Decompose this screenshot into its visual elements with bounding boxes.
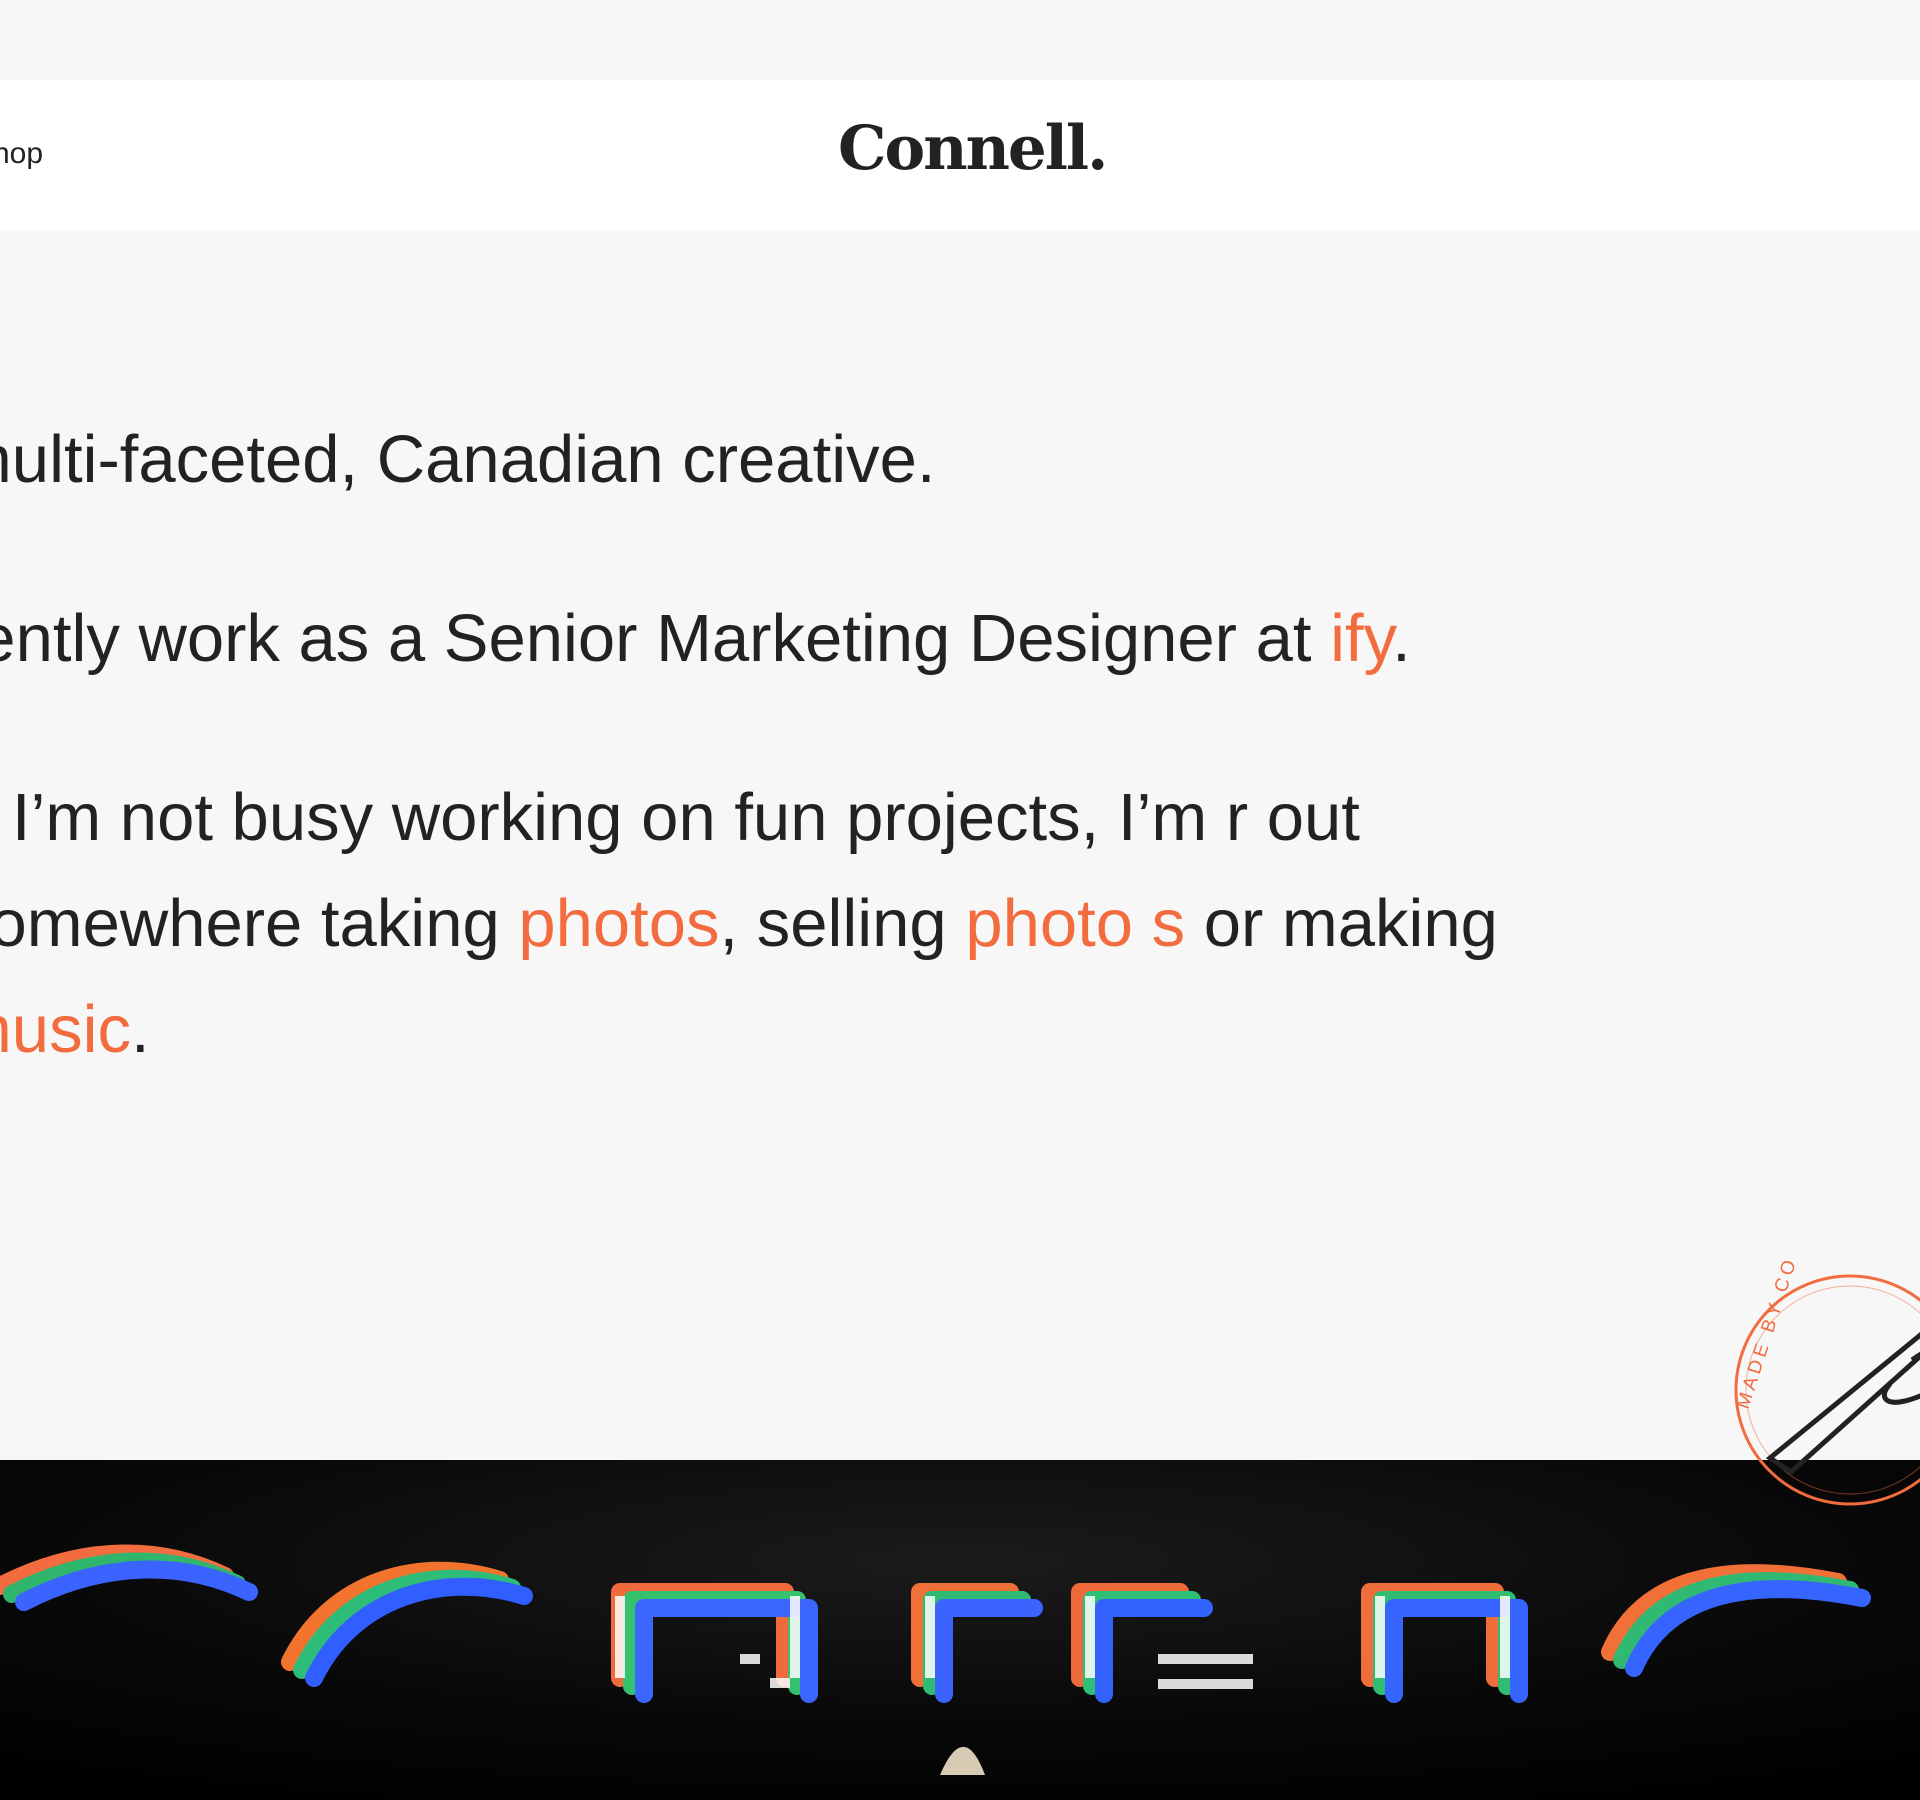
intro-text-3-middle-2: or making xyxy=(1185,886,1498,961)
intro-line-1: multi-faceted, Canadian creative. xyxy=(0,407,1536,513)
photos-link[interactable]: photos xyxy=(518,886,719,961)
made-by-stamp: MADE BY CONNELL MCCARTHY xyxy=(1733,1260,1920,1506)
music-link[interactable]: music xyxy=(0,992,131,1067)
nav-shop-link[interactable]: hop xyxy=(0,139,43,169)
intro-copy: multi-faceted, Canadian creative. rently… xyxy=(0,407,1536,1156)
site-logo[interactable]: Connell. xyxy=(838,118,1108,179)
hero-image xyxy=(0,1460,1920,1800)
intro-text-3-middle: , selling xyxy=(719,886,966,961)
intro-text-2: rently work as a Senior Marketing Design… xyxy=(0,601,1331,676)
shopify-link[interactable]: ify xyxy=(1330,601,1392,676)
intro-text-2-suffix: . xyxy=(1392,601,1411,676)
intro-line-3: n I’m not busy working on fun projects, … xyxy=(0,765,1536,1083)
intro-text-3-suffix: . xyxy=(130,992,150,1067)
photo-prints-link[interactable]: photo s xyxy=(965,886,1185,961)
intro-line-2: rently work as a Senior Marketing Design… xyxy=(0,586,1536,692)
hero-graphic xyxy=(0,1460,1920,1800)
intro-text-1: multi-faceted, Canadian creative. xyxy=(0,422,936,497)
